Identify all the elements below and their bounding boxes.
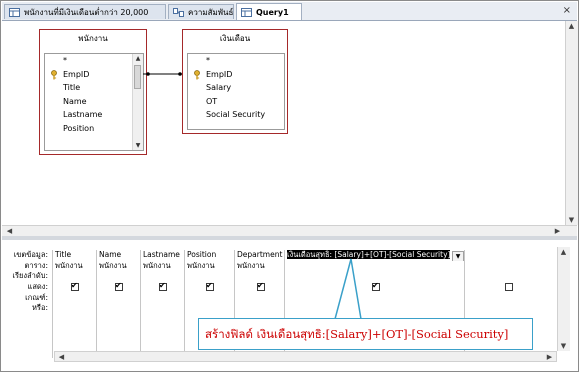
show-checkbox[interactable]: [206, 282, 214, 292]
grid-vertical-scrollbar[interactable]: ▲ ▼: [557, 247, 570, 351]
relationships-icon: [173, 7, 184, 17]
column-table[interactable]: พนักงาน: [97, 261, 141, 272]
field-ot[interactable]: OT: [188, 95, 284, 109]
field-social-security[interactable]: Social Security: [188, 108, 284, 122]
tab-label: Query1: [256, 7, 289, 17]
show-checkbox[interactable]: [71, 282, 79, 292]
close-document-button[interactable]: ×: [563, 5, 571, 16]
grid-column[interactable]: Title พนักงาน: [52, 250, 97, 358]
field-all[interactable]: *: [188, 54, 284, 68]
row-label-field: เขตข้อมูล:: [13, 250, 48, 259]
field-label: EmpID: [206, 69, 233, 79]
column-sort[interactable]: [141, 271, 185, 282]
column-field[interactable]: Department: [235, 250, 285, 261]
tab-relationships[interactable]: ความสัมพันธ์: [168, 4, 234, 19]
chevron-down-icon[interactable]: ▼: [452, 251, 464, 261]
grid-column[interactable]: Name พนักงาน: [96, 250, 141, 358]
scroll-down-icon[interactable]: ▼: [566, 215, 577, 225]
document-tab-bar: พนักงานที่มีเงินเดือนต่ำกว่า 20,000 ความ…: [2, 2, 577, 21]
show-checkbox[interactable]: [505, 283, 513, 292]
field-salary[interactable]: Salary: [188, 81, 284, 95]
column-table[interactable]: [465, 261, 557, 272]
column-show: [97, 282, 141, 293]
row-label-criteria: เกณฑ์:: [25, 292, 48, 302]
column-show: [53, 282, 97, 293]
column-show: [285, 282, 465, 293]
show-checkbox[interactable]: [372, 282, 380, 292]
grid-row-labels: เขตข้อมูล: ตาราง: เรียงลำดับ: แสดง: เกณฑ…: [4, 250, 50, 314]
show-checkbox[interactable]: [115, 282, 123, 292]
column-table[interactable]: พนักงาน: [53, 261, 97, 272]
column-field[interactable]: [465, 250, 557, 261]
row-label-or: หรือ:: [31, 303, 48, 313]
annotation-callout: สร้างฟิลด์ เงินเดือนสุทธิ:[Salary]+[OT]-…: [198, 318, 533, 350]
field-empid[interactable]: EmpID: [188, 68, 284, 82]
scroll-right-icon[interactable]: ▶: [544, 352, 555, 362]
row-label-sort: เรียงลำดับ:: [12, 271, 48, 281]
scroll-left-icon[interactable]: ◀: [56, 352, 67, 362]
column-show: [141, 282, 185, 293]
column-table[interactable]: [285, 261, 465, 272]
row-label-show: แสดง:: [27, 282, 48, 292]
tab-low-salary-query[interactable]: พนักงานที่มีเงินเดือนต่ำกว่า 20,000: [4, 4, 166, 19]
table-title: เงินเดือน: [219, 34, 251, 43]
column-show: [465, 282, 557, 293]
column-sort[interactable]: [465, 271, 557, 282]
tab-label: ความสัมพันธ์: [188, 7, 234, 17]
query-design-window: พนักงานที่มีเงินเดือนต่ำกว่า 20,000 ความ…: [0, 0, 579, 372]
column-field[interactable]: Position: [185, 250, 235, 261]
query-icon: [241, 7, 252, 17]
column-field[interactable]: Lastname: [141, 250, 185, 261]
column-sort[interactable]: [97, 271, 141, 282]
scroll-right-icon[interactable]: ▶: [552, 226, 563, 236]
scroll-up-icon[interactable]: ▲: [566, 21, 577, 31]
tab-query1[interactable]: Query1: [236, 3, 302, 20]
column-table[interactable]: พนักงาน: [185, 261, 235, 272]
column-sort[interactable]: [235, 271, 285, 282]
primary-key-icon: [194, 69, 200, 79]
tab-label: พนักงานที่มีเงินเดือนต่ำกว่า 20,000: [24, 7, 149, 17]
column-show: [235, 282, 285, 293]
show-checkbox[interactable]: [159, 282, 167, 292]
grid-horizontal-scrollbar[interactable]: ◀ ▶: [54, 351, 557, 362]
query-icon: [9, 7, 20, 17]
column-table[interactable]: พนักงาน: [141, 261, 185, 272]
column-sort[interactable]: [53, 271, 97, 282]
scroll-up-icon[interactable]: ▲: [558, 247, 569, 257]
row-label-table: ตาราง:: [24, 260, 48, 270]
column-show: [185, 282, 235, 293]
table-salary[interactable]: เงินเดือน * EmpID Salary OT Social Secur…: [182, 29, 288, 134]
column-sort[interactable]: [285, 271, 465, 282]
column-field[interactable]: Name: [97, 250, 141, 261]
column-sort[interactable]: [185, 271, 235, 282]
grid-column[interactable]: Lastname พนักงาน: [140, 250, 185, 358]
table-design-area: พนักงาน * EmpID Title Name Lastname Posi…: [2, 21, 565, 225]
field-list[interactable]: * EmpID Salary OT Social Security: [187, 53, 285, 130]
column-field[interactable]: Title: [53, 250, 97, 261]
column-field[interactable]: เงินเดือนสุทธิ: [Salary]+[OT]-[Social Se…: [285, 250, 465, 261]
scroll-left-icon[interactable]: ◀: [4, 226, 15, 236]
column-table[interactable]: พนักงาน: [235, 261, 285, 272]
scroll-down-icon[interactable]: ▼: [558, 341, 569, 351]
show-checkbox[interactable]: [257, 282, 265, 292]
expression-field[interactable]: เงินเดือนสุทธิ: [Salary]+[OT]-[Social Se…: [287, 250, 451, 259]
design-vertical-scrollbar[interactable]: ▲ ▼: [565, 21, 578, 225]
